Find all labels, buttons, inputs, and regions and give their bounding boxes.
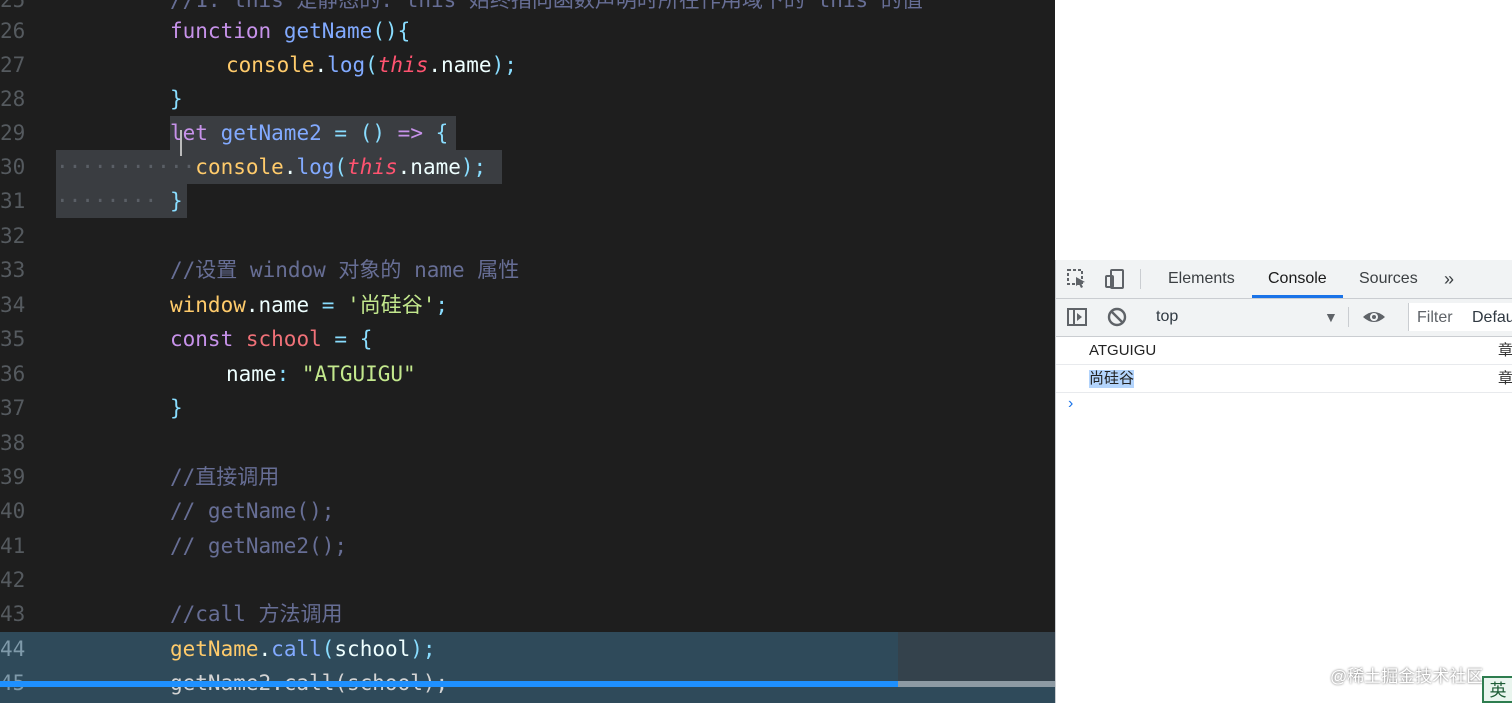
line-number: 29 xyxy=(0,121,26,145)
code-text: } xyxy=(170,87,183,111)
devtools-tab-bar: Elements Console Sources » xyxy=(1056,260,1512,299)
code-line: 40 // getName(); xyxy=(0,494,1055,528)
line-number: 36 xyxy=(0,362,26,386)
code-line: 30 ············ ··console.log(this.name)… xyxy=(0,150,1055,184)
watermark: @稀土掘金技术社区 xyxy=(1330,667,1484,686)
code-line: 44 getName.call(school); xyxy=(0,632,1055,666)
console-message-source[interactable]: 章 xyxy=(1498,370,1512,388)
line-number: 37 xyxy=(0,396,26,420)
line-number: 26 xyxy=(0,19,26,43)
code-text: //call 方法调用 xyxy=(170,602,343,626)
code-editor[interactable]: 25 //1. this 是静态的. this 始终指向函数声明时所在作用域下的… xyxy=(0,0,1055,703)
inspect-element-icon[interactable] xyxy=(1066,268,1088,290)
context-selector[interactable]: top xyxy=(1156,305,1178,329)
text-cursor xyxy=(180,130,182,156)
more-tabs-button[interactable]: » xyxy=(1444,260,1454,298)
sidebar-toggle-icon[interactable] xyxy=(1066,306,1088,328)
code-text: // getName(); xyxy=(170,499,335,523)
console-message: ATGUIGU 章 xyxy=(1056,337,1512,365)
device-toolbar-icon[interactable] xyxy=(1104,268,1126,290)
dropdown-arrow-icon[interactable]: ▼ xyxy=(1324,305,1338,329)
code-line: 39 //直接调用 xyxy=(0,460,1055,494)
code-line: 27 console.log(this.name); xyxy=(0,48,1055,82)
indent-whitespace: ············ xyxy=(56,150,208,184)
devtools-panel: Elements Console Sources » top ▼ Filter … xyxy=(1055,260,1512,703)
line-number: 42 xyxy=(0,568,26,592)
code-text: let getName2 = () => { xyxy=(170,116,457,150)
code-text: name: "ATGUIGU" xyxy=(226,362,416,386)
code-text: } xyxy=(170,184,187,218)
console-message: 尚硅谷 章 xyxy=(1056,365,1512,393)
code-line: 42 xyxy=(0,563,1055,597)
code-text: function getName(){ xyxy=(170,19,411,43)
code-text: window.name = '尚硅谷'; xyxy=(170,293,449,317)
code-line: 41 // getName2(); xyxy=(0,529,1055,563)
line-number: 31 xyxy=(0,189,26,213)
code-line: 35 const school = { xyxy=(0,322,1055,356)
code-line: 38 xyxy=(0,426,1055,460)
line-number: 43 xyxy=(0,602,26,626)
tab-console[interactable]: Console xyxy=(1252,260,1343,298)
code-line: 26 function getName(){ xyxy=(0,14,1055,48)
code-text: console.log(this.name); xyxy=(226,53,517,77)
line-number: 44 xyxy=(0,637,26,661)
code-line: 32 xyxy=(0,219,1055,253)
console-toolbar: top ▼ Filter Defau xyxy=(1056,299,1512,337)
code-line: 29 let getName2 = () => { xyxy=(0,116,1055,150)
code-text: getName.call(school); xyxy=(170,637,436,661)
line-number: 35 xyxy=(0,327,26,351)
tab-elements[interactable]: Elements xyxy=(1168,260,1235,298)
clear-console-icon[interactable] xyxy=(1106,306,1128,328)
code-text: // getName2(); xyxy=(170,534,348,558)
line-number: 41 xyxy=(0,534,26,558)
line-number: 38 xyxy=(0,431,26,455)
code-line: 36 name: "ATGUIGU" xyxy=(0,357,1055,391)
code-line: 31 ········ } xyxy=(0,184,1055,218)
code-line: 37 } xyxy=(0,391,1055,425)
line-number: 33 xyxy=(0,258,26,282)
line-number: 27 xyxy=(0,53,26,77)
code-line: 28 } xyxy=(0,82,1055,116)
filter-placeholder: Filter xyxy=(1417,309,1453,326)
divider xyxy=(1140,269,1141,289)
eye-icon[interactable] xyxy=(1362,306,1385,328)
video-progress-fill[interactable] xyxy=(0,681,899,687)
log-levels-dropdown[interactable]: Defau xyxy=(1472,307,1512,329)
code-text: //直接调用 xyxy=(170,465,280,489)
line-number: 28 xyxy=(0,87,26,111)
tab-sources[interactable]: Sources xyxy=(1359,260,1418,298)
line-number: 32 xyxy=(0,224,26,248)
console-prompt-icon[interactable]: › xyxy=(1068,395,1073,413)
code-text: //设置 window 对象的 name 属性 xyxy=(170,258,520,282)
code-text: ··console.log(this.name); xyxy=(170,150,503,184)
code-line: 34 window.name = '尚硅谷'; xyxy=(0,288,1055,322)
code-text: const school = { xyxy=(170,327,373,351)
console-message-source[interactable]: 章 xyxy=(1498,342,1512,360)
line-number: 39 xyxy=(0,465,26,489)
console-message-text: ATGUIGU xyxy=(1089,342,1157,359)
line-number: 30 xyxy=(0,155,26,179)
divider xyxy=(1348,307,1349,327)
line-number: 40 xyxy=(0,499,26,523)
code-line: 33 //设置 window 对象的 name 属性 xyxy=(0,253,1055,287)
indent-whitespace: ········ xyxy=(56,184,170,218)
console-message-text: 尚硅谷 xyxy=(1089,370,1135,388)
code-text: } xyxy=(170,396,183,420)
line-number: 34 xyxy=(0,293,26,317)
code-line: 43 //call 方法调用 xyxy=(0,597,1055,631)
ime-indicator[interactable]: 英 xyxy=(1482,676,1512,703)
